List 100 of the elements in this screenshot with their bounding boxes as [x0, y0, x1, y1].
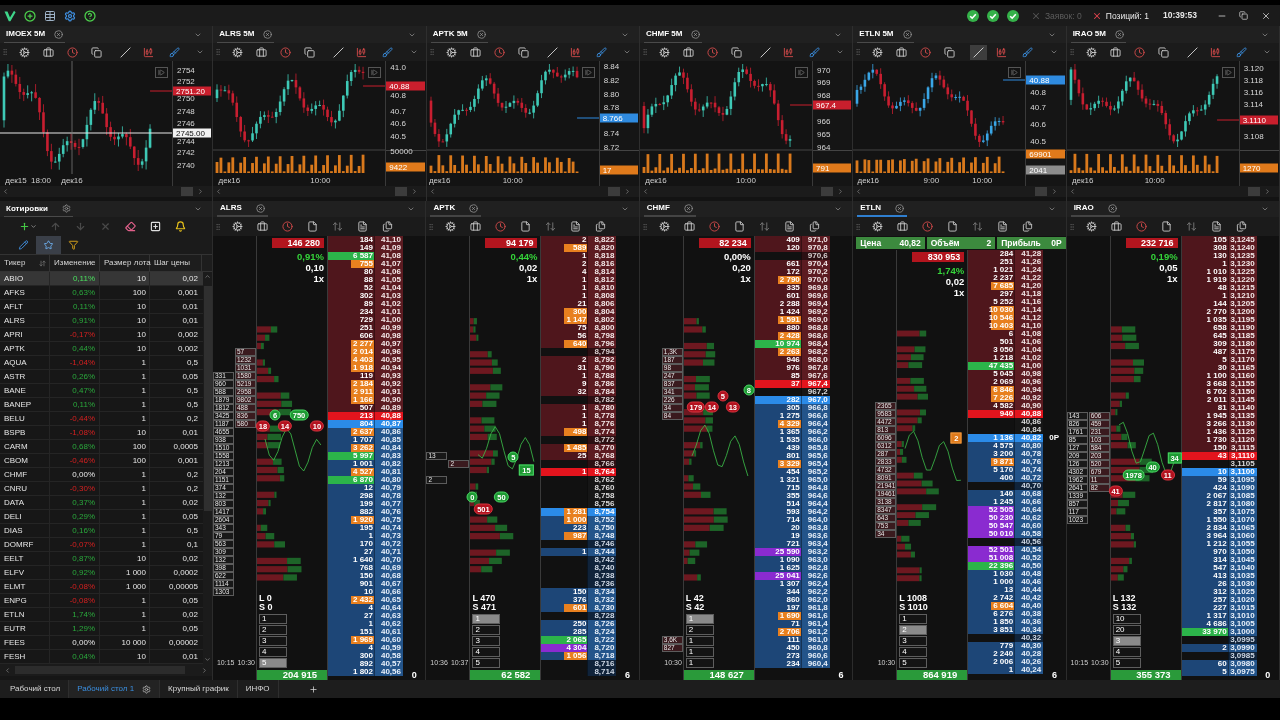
- bid-volume: 1 365: [754, 428, 801, 436]
- price-axis-label: 40.8: [1030, 89, 1046, 97]
- bid-volume: 801: [754, 452, 801, 460]
- summary-value: 40,82: [899, 238, 921, 248]
- ask-volume: 2: [541, 236, 588, 244]
- ask-volume: 251: [968, 258, 1015, 266]
- bid-volume: 9 871: [968, 458, 1015, 466]
- bid-volume: 1 030: [968, 570, 1015, 578]
- price-axis-label: 8.84: [603, 63, 620, 71]
- bid-volume: 2 240: [968, 650, 1015, 658]
- price-axis-label: 2740: [177, 162, 195, 170]
- lot-size-cell: 10: [100, 272, 150, 285]
- total-volume: 204 915: [257, 670, 327, 680]
- scale-label: 1x: [740, 273, 751, 284]
- position-marker: 0P: [1049, 434, 1059, 442]
- price-step-cell-text: 0,2: [185, 413, 199, 425]
- ask-volume: 85: [754, 372, 801, 380]
- bid-volume: 1 535: [754, 436, 801, 444]
- bid-volume: 804: [328, 420, 374, 428]
- bid-volume: 12: [328, 484, 374, 492]
- bid-volume: 4 575: [968, 442, 1015, 450]
- price-axis-label: 40.6: [1030, 121, 1046, 129]
- ask-volume: 184: [328, 236, 374, 244]
- bid-volume: 3 964: [1181, 532, 1228, 540]
- position-count: 6: [624, 670, 632, 680]
- bid-volume: 13: [968, 586, 1015, 594]
- bid-volume: 2 834: [1181, 524, 1228, 532]
- ticker-cell: DIAS: [0, 524, 50, 537]
- change-cell: -0,17%: [50, 328, 100, 341]
- lot-size-cell: 10 000: [100, 636, 150, 649]
- ask-volume: 2 014: [328, 348, 374, 356]
- ask-volume: 1: [541, 404, 588, 412]
- ask-volume: 25: [541, 452, 588, 460]
- ask-volume: 89: [328, 300, 374, 308]
- ask-volume: 6 846: [968, 386, 1015, 394]
- ask-volume: 3 668: [1181, 380, 1228, 388]
- bid-volume: 4 527: [328, 468, 374, 476]
- time-axis-label: 10:00: [310, 176, 331, 185]
- ticker-cell: DELI: [0, 510, 50, 523]
- ask-volume: 1 919: [1181, 276, 1228, 284]
- ask-volume: 80: [328, 268, 374, 276]
- bid-volume: 4 304: [541, 644, 588, 652]
- bid-volume: 33 970: [1181, 628, 1228, 636]
- ticker-cell: ALRS: [0, 314, 50, 327]
- bid-volume: 882: [328, 508, 374, 516]
- bid-volume: 51 008: [968, 554, 1015, 562]
- bid-volume: 227: [1181, 604, 1228, 612]
- ask-volume: 755: [328, 260, 374, 268]
- ticker-cell: BELU: [0, 412, 50, 425]
- bid-volume: 1 307: [754, 580, 801, 588]
- bid-volume: 170: [328, 540, 374, 548]
- ask-volume: 172: [754, 268, 801, 276]
- bid-volume: 1 000: [968, 578, 1015, 586]
- time-axis-label: дек16: [61, 176, 83, 185]
- position-count: 6: [1050, 670, 1058, 680]
- bid-volume: 140: [968, 490, 1015, 498]
- bid-volume: 4 329: [754, 420, 801, 428]
- lot-size-cell: 1: [100, 412, 150, 425]
- bid-volume: 860: [754, 596, 801, 604]
- ask-volume: 47 435: [968, 362, 1015, 370]
- bid-volume: 4: [328, 604, 374, 612]
- ask-volume: 2 288: [754, 300, 801, 308]
- lot-size-cell: 10: [100, 650, 150, 663]
- change-cell: 0,11%: [50, 398, 100, 411]
- ask-volume: 589: [541, 244, 588, 252]
- bid-volume: 779: [968, 642, 1015, 650]
- price-step-cell-text: 0,5: [185, 525, 199, 537]
- change-cell: -1,04%: [50, 356, 100, 369]
- bid-volume: 6 276: [968, 610, 1015, 618]
- bid-volume: 5 997: [328, 452, 374, 460]
- price-axis-label: 964: [817, 144, 831, 152]
- ask-volume: 487: [1181, 348, 1228, 356]
- change-cell: 0,04%: [50, 650, 100, 663]
- bid-volume: 413: [1181, 572, 1228, 580]
- lot-size-cell: 1: [100, 524, 150, 537]
- volume-tag: 791: [813, 163, 852, 173]
- bid-volume: 52 505: [968, 506, 1015, 514]
- price-tag: 40.88: [1026, 75, 1065, 85]
- bid-volume: 601: [541, 604, 588, 612]
- ticker-cell: EELT: [0, 552, 50, 565]
- ask-volume: 1 730: [1181, 436, 1228, 444]
- ask-volume: 2: [541, 260, 588, 268]
- change-cell: -0,08%: [50, 594, 100, 607]
- bid-volume: 987: [541, 532, 588, 540]
- ticker-cell: DATA: [0, 496, 50, 509]
- lot-size-cell: 1: [100, 356, 150, 369]
- ask-volume: 1: [1181, 260, 1228, 268]
- bid-volume: 1: [968, 666, 1015, 674]
- ticker-cell: ABIO: [0, 272, 50, 285]
- long-count: L 0: [259, 594, 273, 603]
- ask-volume: 661: [754, 260, 801, 268]
- price-axis-label: 2744: [177, 138, 195, 146]
- volume-tag: 1270: [1239, 163, 1278, 173]
- ask-volume: 2: [541, 356, 588, 364]
- ask-volume: 335: [754, 284, 801, 292]
- bid-volume: 234: [754, 660, 801, 668]
- change-cell: 1,74%: [50, 608, 100, 621]
- ask-volume: 37: [754, 380, 801, 388]
- position-count: 6: [837, 670, 845, 680]
- ask-volume: 976: [754, 364, 801, 372]
